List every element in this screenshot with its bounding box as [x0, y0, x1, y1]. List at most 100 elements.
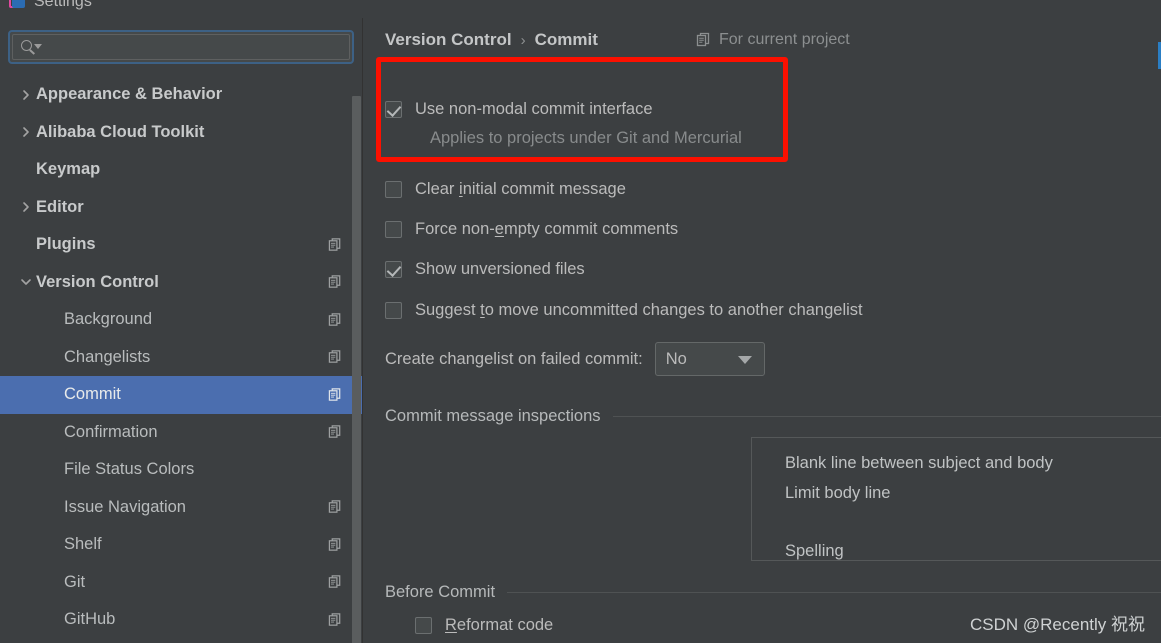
copy-icon[interactable]: [328, 500, 343, 515]
inspections-list: Blank line between subject and body Limit…: [751, 437, 1161, 561]
sidebar-item-file-status-colors[interactable]: File Status Colors: [0, 451, 363, 489]
copy-icon[interactable]: [328, 575, 343, 590]
option-suggest-to-move-uncommitted-changes-to-another-changelist[interactable]: Suggest to move uncommitted changes to a…: [385, 301, 863, 320]
copy-icon[interactable]: [328, 425, 343, 440]
sidebar-item-label: Shelf: [64, 535, 102, 554]
sidebar-item-label: Alibaba Cloud Toolkit: [36, 122, 205, 141]
sidebar-item-label: File Status Colors: [64, 460, 195, 479]
settings-content-pane: Version Control › Commit For current pro…: [363, 18, 1161, 643]
option-label: Suggest to move uncommitted changes to a…: [415, 301, 863, 319]
sidebar-item-plugins[interactable]: Plugins: [0, 226, 363, 264]
inspections-section-title: Commit message inspections: [385, 407, 601, 425]
checkbox[interactable]: [385, 302, 402, 319]
inspection-label: Limit body line: [785, 483, 891, 502]
window-title: Settings: [34, 0, 92, 10]
sidebar-item-label: Commit: [64, 385, 121, 404]
inspection-label: Blank line between subject and body: [785, 453, 1053, 472]
settings-search-box[interactable]: [8, 30, 354, 64]
scope-note: For current project: [696, 31, 850, 49]
sidebar-item-background[interactable]: Background: [0, 301, 363, 339]
collapse-arrow[interactable]: [16, 276, 36, 288]
option-label: Reformat code: [445, 616, 554, 634]
breadcrumb: Version Control › Commit: [385, 30, 598, 50]
sidebar-item-changelists[interactable]: Changelists: [0, 339, 363, 377]
checkbox[interactable]: [415, 617, 432, 634]
sidebar-item-label: Changelists: [64, 347, 151, 366]
copy-icon[interactable]: [328, 350, 343, 365]
window-title-bar: Settings: [0, 0, 1161, 18]
option-label: Show unversioned files: [415, 260, 585, 278]
sidebar-item-commit[interactable]: Commit: [0, 376, 363, 414]
checkbox[interactable]: [385, 261, 402, 278]
section-divider: [507, 592, 1161, 593]
option-label: Clear initial commit message: [415, 180, 626, 198]
before-commit-option-reformat-code[interactable]: Reformat code: [415, 616, 553, 635]
sidebar-item-label: Appearance & Behavior: [36, 85, 223, 104]
sidebar-item-keymap[interactable]: Keymap: [0, 151, 363, 189]
option-label: Force non-empty commit comments: [415, 220, 679, 238]
search-input[interactable]: [40, 39, 349, 55]
copy-icon[interactable]: [328, 275, 343, 290]
option-clear-initial-commit-message[interactable]: Clear initial commit message: [385, 180, 626, 199]
settings-sidebar: Appearance & Behavior Alibaba Cloud Toolk…: [0, 18, 363, 643]
sidebar-item-label: Keymap: [36, 160, 101, 179]
checkbox[interactable]: [385, 101, 402, 118]
create-changelist-label: Create changelist on failed commit:: [385, 349, 643, 368]
inspection-row[interactable]: Blank line between subject and body: [752, 448, 1161, 478]
checkbox[interactable]: [385, 221, 402, 238]
option-show-unversioned-files[interactable]: Show unversioned files: [385, 260, 585, 279]
sidebar-item-label: Background: [64, 310, 153, 329]
scope-note-label: For current project: [719, 31, 850, 48]
inspection-row[interactable]: Spelling: [752, 536, 1161, 566]
expand-arrow[interactable]: [16, 201, 36, 213]
sidebar-item-label: GitHub: [64, 610, 116, 629]
sidebar-item-confirmation[interactable]: Confirmation: [0, 414, 363, 452]
settings-category-tree: Appearance & Behavior Alibaba Cloud Toolk…: [0, 76, 363, 643]
expand-arrow[interactable]: [16, 89, 36, 101]
copy-icon[interactable]: [328, 387, 343, 402]
inspections-section-header: Commit message inspections: [385, 407, 1161, 426]
sidebar-item-issue-navigation[interactable]: Issue Navigation: [0, 489, 363, 527]
create-changelist-row: Create changelist on failed commit: No: [385, 342, 765, 376]
chevron-right-icon[interactable]: [20, 126, 32, 138]
checkbox[interactable]: [385, 181, 402, 198]
breadcrumb-current: Commit: [534, 30, 598, 49]
sidebar-item-github[interactable]: GitHub: [0, 601, 363, 639]
sidebar-item-editor[interactable]: Editor: [0, 189, 363, 227]
sidebar-item-label: Plugins: [36, 235, 96, 254]
inspection-row[interactable]: Limit body line: [752, 478, 1161, 508]
breadcrumb-separator-icon: ›: [520, 31, 526, 49]
inspection-label: Spelling: [785, 541, 844, 560]
option-use-non-modal-commit-interface[interactable]: Use non-modal commit interface: [385, 100, 653, 119]
copy-icon[interactable]: [328, 312, 343, 327]
section-divider: [612, 416, 1161, 417]
copy-project-icon: [696, 32, 710, 47]
sidebar-scrollbar-thumb[interactable]: [352, 96, 361, 643]
sidebar-item-label: Confirmation: [64, 422, 158, 441]
sidebar-item-alibaba-cloud-toolkit[interactable]: Alibaba Cloud Toolkit: [0, 114, 363, 152]
search-icon: [21, 39, 42, 55]
non-modal-hint: Applies to projects under Git and Mercur…: [430, 129, 742, 147]
before-commit-section-title: Before Commit: [385, 583, 496, 601]
sidebar-item-appearance-behavior[interactable]: Appearance & Behavior: [0, 76, 363, 114]
sidebar-item-version-control[interactable]: Version Control: [0, 264, 363, 302]
copy-icon[interactable]: [328, 237, 343, 252]
copy-icon[interactable]: [328, 537, 343, 552]
expand-arrow[interactable]: [16, 126, 36, 138]
sidebar-item-shelf[interactable]: Shelf: [0, 526, 363, 564]
option-label: Use non-modal commit interface: [415, 100, 653, 118]
create-changelist-value: No: [665, 349, 687, 368]
sidebar-item-git[interactable]: Git: [0, 564, 363, 602]
chevron-down-icon[interactable]: [20, 276, 32, 288]
breadcrumb-parent[interactable]: Version Control: [385, 30, 512, 50]
sidebar-item-label: Version Control: [36, 272, 159, 291]
sidebar-item-label: Issue Navigation: [64, 497, 186, 516]
copy-icon[interactable]: [328, 612, 343, 627]
settings-dialog: Settings Appearance & Behavior Alibaba Cl…: [0, 0, 1161, 643]
option-force-non-empty-commit-comments[interactable]: Force non-empty commit comments: [385, 220, 678, 239]
chevron-right-icon[interactable]: [20, 89, 32, 101]
chevron-right-icon[interactable]: [20, 201, 32, 213]
create-changelist-select[interactable]: No: [654, 342, 765, 376]
sidebar-item-label: Editor: [36, 197, 84, 216]
sidebar-item-label: Git: [64, 572, 86, 591]
